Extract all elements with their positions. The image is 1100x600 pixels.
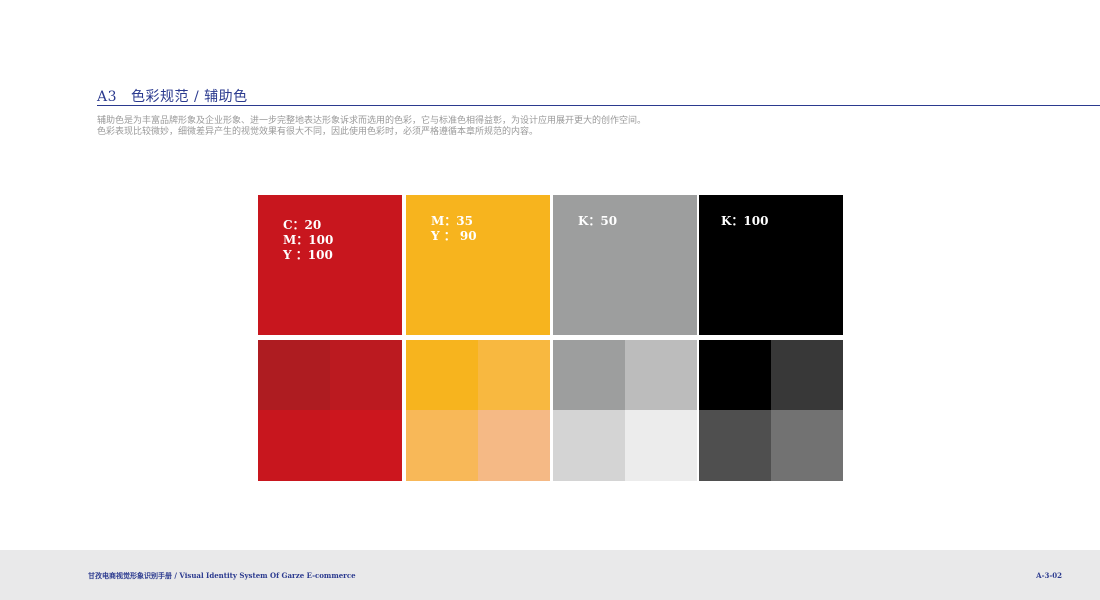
tint-black-1 bbox=[699, 340, 771, 410]
swatch-red-values: C：20 M：100 Y ：100 bbox=[283, 218, 333, 263]
tint-yellow-1 bbox=[406, 340, 478, 410]
tints-red bbox=[258, 340, 402, 481]
swatch-black: K：100 bbox=[699, 195, 843, 335]
swatch-red: C：20 M：100 Y ：100 bbox=[258, 195, 402, 335]
swatch-gray: K：50 bbox=[553, 195, 697, 335]
tints-black bbox=[699, 340, 843, 481]
tint-yellow-3 bbox=[406, 410, 478, 481]
footer-manual-title: 甘孜电商视觉形象识别手册 / Visual Identity System Of… bbox=[88, 571, 356, 580]
description: 辅助色是为丰富品牌形象及企业形象、进一步完整地表达形象诉求而选用的色彩，它与标准… bbox=[97, 116, 797, 138]
swatch-yellow-values: M：35 Y ： 90 bbox=[431, 214, 477, 244]
value-k: K：100 bbox=[721, 214, 769, 228]
tint-black-2 bbox=[771, 340, 843, 410]
description-line-1: 辅助色是为丰富品牌形象及企业形象、进一步完整地表达形象诉求而选用的色彩，它与标准… bbox=[97, 116, 647, 126]
value-m: M：35 bbox=[431, 214, 473, 228]
tint-red-1 bbox=[258, 340, 330, 410]
tint-black-3 bbox=[699, 410, 771, 481]
value-y: Y ：100 bbox=[283, 248, 333, 262]
tint-black-4 bbox=[771, 410, 843, 481]
swatch-grid: C：20 M：100 Y ：100 M：35 Y ： 90 K：50 K：100 bbox=[258, 195, 844, 481]
section-title-text: 色彩规范 / 辅助色 bbox=[131, 89, 248, 105]
tint-gray-2 bbox=[625, 340, 697, 410]
tint-red-3 bbox=[258, 410, 330, 481]
description-line-2: 色彩表现比较微妙，细微差异产生的视觉效果有很大不同，因此使用色彩时，必须严格遵循… bbox=[97, 127, 539, 137]
section-code: A3 bbox=[97, 89, 118, 105]
swatch-gray-values: K：50 bbox=[578, 214, 617, 229]
tint-gray-4 bbox=[625, 410, 697, 481]
tint-red-4 bbox=[330, 410, 402, 481]
value-k: K：50 bbox=[578, 214, 618, 228]
tint-yellow-2 bbox=[478, 340, 550, 410]
tint-gray-1 bbox=[553, 340, 625, 410]
value-m: M：100 bbox=[283, 233, 334, 247]
section-header: A3 色彩规范 / 辅助色 bbox=[97, 86, 1100, 106]
value-c: C：20 bbox=[283, 218, 322, 232]
swatch-black-values: K：100 bbox=[721, 214, 768, 229]
footer: 甘孜电商视觉形象识别手册 / Visual Identity System Of… bbox=[0, 550, 1100, 600]
footer-page-number: A-3-02 bbox=[1036, 571, 1062, 580]
section-title: A3 色彩规范 / 辅助色 bbox=[97, 86, 248, 106]
tint-yellow-4 bbox=[478, 410, 550, 481]
tint-red-2 bbox=[330, 340, 402, 410]
tints-yellow bbox=[406, 340, 550, 481]
tints-gray bbox=[553, 340, 697, 481]
value-y: Y ： 90 bbox=[431, 229, 477, 243]
swatch-yellow: M：35 Y ： 90 bbox=[406, 195, 550, 335]
tint-gray-3 bbox=[553, 410, 625, 481]
